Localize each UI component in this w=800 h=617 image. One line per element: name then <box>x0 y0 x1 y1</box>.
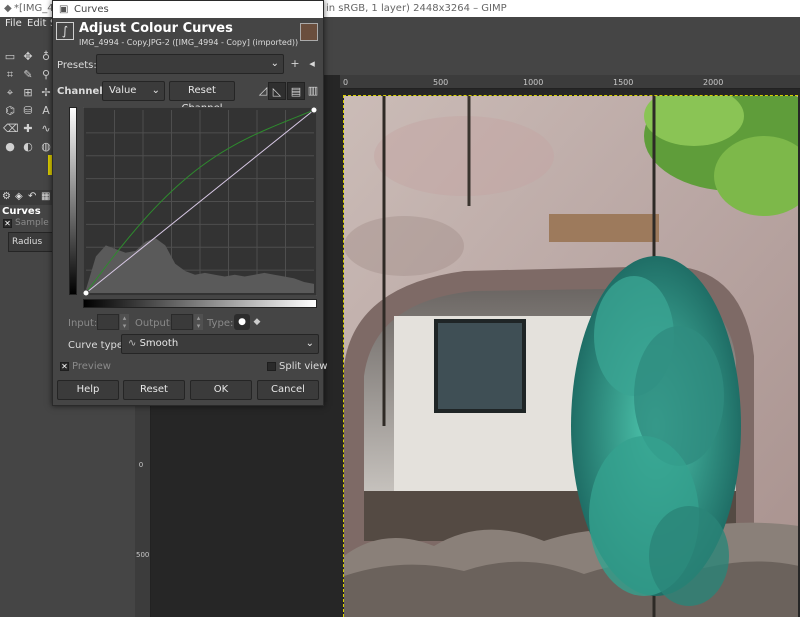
dialog-header: ∫ Adjust Colour Curves IMG_4994 - Copy.J… <box>53 18 323 52</box>
smooth-curve-icon: ∿ <box>128 338 137 349</box>
bucket-fill-icon[interactable]: ⛁ <box>21 104 35 118</box>
curves-icon: ∫ <box>56 22 74 40</box>
input-field[interactable] <box>97 314 119 330</box>
sample-average-checkbox[interactable]: ✕ <box>3 219 12 228</box>
canvas-image[interactable] <box>343 95 798 617</box>
ruler-tick-label: 1500 <box>613 78 634 87</box>
preview-checkbox[interactable]: ✕ <box>60 362 69 371</box>
curve-view-icon[interactable]: ▥ <box>304 82 322 100</box>
toolbox: ▭ ✥ ♁ ⌗ ✎ ⚲ ⌖ ⊞ ✢ ⌬ ⛁ A ⌫ ✚ ∿ ● ◐ ◍ <box>0 32 55 192</box>
fuzzy-select-icon[interactable]: ✥ <box>21 50 35 64</box>
curve-point-start[interactable] <box>82 289 90 297</box>
ok-button[interactable]: OK <box>190 380 252 400</box>
curve-type-combo[interactable]: ∿ Smooth ⌄ <box>121 334 319 354</box>
input-spinner[interactable]: ▴ ▾ <box>120 314 129 330</box>
presets-combo[interactable]: ⌄ <box>96 54 284 74</box>
preset-menu-icon[interactable]: ◂ <box>303 55 321 73</box>
curve-plot[interactable] <box>82 106 318 297</box>
input-label: Input: <box>68 318 98 329</box>
dock-tabs: ⚙ ◈ ↶ ▦ <box>0 190 55 205</box>
reset-button[interactable]: Reset <box>123 380 185 400</box>
radius-label: Radius <box>12 237 43 247</box>
split-view-checkbox[interactable] <box>267 362 276 371</box>
log-histogram-icon[interactable]: ◺ <box>268 82 286 100</box>
ruler-tick-label: 0 <box>138 461 144 469</box>
crop-icon[interactable]: ⌗ <box>3 68 17 82</box>
rect-select-icon[interactable]: ▭ <box>3 50 17 64</box>
align-icon[interactable]: ⊞ <box>21 86 35 100</box>
dialog-window-title: Curves <box>74 4 109 15</box>
curve-graph[interactable] <box>82 106 318 297</box>
add-preset-icon[interactable]: + <box>286 55 304 73</box>
zoom-icon[interactable]: ⚲ <box>39 68 53 82</box>
output-field[interactable] <box>171 314 193 330</box>
output-gradient-bar <box>69 107 77 295</box>
heal-icon[interactable]: ✚ <box>21 122 35 136</box>
transform-icon[interactable]: ⌖ <box>3 86 17 100</box>
undo-history-tab-icon[interactable]: ↶ <box>28 191 36 202</box>
dialog-icon: ▣ <box>59 4 69 15</box>
horizontal-ruler[interactable]: 0 500 1000 1500 2000 <box>340 75 800 89</box>
menu-file[interactable]: File <box>5 18 22 29</box>
split-view-label: Split view <box>279 361 328 372</box>
ruler-tick-label: 500 <box>136 551 150 559</box>
tool-options-title: Curves <box>2 206 41 217</box>
channel-label: Channel: <box>57 86 107 97</box>
ruler-tick-label: 0 <box>343 78 349 87</box>
channel-value: Value <box>109 85 137 96</box>
image-thumbnail <box>300 23 318 41</box>
window-title-end: in sRGB, 1 layer) 2448x3264 – GIMP <box>326 3 507 14</box>
warp-icon[interactable]: ⌬ <box>3 104 17 118</box>
radius-field[interactable]: Radius <box>8 232 55 252</box>
preview-label: Preview <box>72 361 111 372</box>
lasso-icon[interactable]: ♁ <box>39 50 53 64</box>
photo-jade-vine <box>344 96 798 617</box>
images-tab-icon[interactable]: ▦ <box>41 191 50 202</box>
chevron-down-icon: ⌄ <box>305 338 314 349</box>
channel-combo[interactable]: Value ⌄ <box>102 81 165 101</box>
curve-type-label: Curve type: <box>68 340 127 351</box>
dialog-heading: Adjust Colour Curves <box>79 21 233 36</box>
dialog-titlebar: ▣ Curves <box>53 1 323 18</box>
cancel-button[interactable]: Cancel <box>257 380 319 400</box>
type-label: Type: <box>207 318 234 329</box>
ruler-tick-label: 2000 <box>703 78 724 87</box>
move-icon[interactable]: ✢ <box>39 86 53 100</box>
output-spinner[interactable]: ▴ ▾ <box>194 314 203 330</box>
ruler-tick-label: 1000 <box>523 78 544 87</box>
corner-point-icon[interactable]: ◆ <box>251 314 263 330</box>
help-button[interactable]: Help <box>57 380 119 400</box>
smooth-point-icon[interactable]: ● <box>234 314 250 330</box>
dodge-icon[interactable]: ● <box>3 140 17 154</box>
chevron-down-icon: ⌄ <box>151 85 160 96</box>
reset-channel-button[interactable]: Reset Channel <box>169 81 235 114</box>
dialog-subheading: IMG_4994 - Copy.JPG-2 ([IMG_4994 - Copy]… <box>79 38 299 47</box>
input-gradient-bar <box>83 299 317 308</box>
output-label: Output: <box>135 318 174 329</box>
text-tool-icon[interactable]: A <box>39 104 53 118</box>
curve-type-value: Smooth <box>139 338 179 349</box>
app-icon: ◆ <box>4 3 12 14</box>
eraser-icon[interactable]: ⌫ <box>3 122 19 136</box>
presets-label: Presets: <box>57 60 97 71</box>
smudge-icon[interactable]: ∿ <box>39 122 53 136</box>
tool-options-panel: Curves ✕ Sample ave Radius <box>0 205 68 617</box>
blur-icon[interactable]: ◐ <box>21 140 35 154</box>
path-icon[interactable]: ◍ <box>39 140 53 154</box>
histogram-view-icon[interactable]: ▤ <box>287 82 305 100</box>
device-status-tab-icon[interactable]: ◈ <box>15 191 23 202</box>
menu-edit[interactable]: Edit <box>27 18 46 29</box>
chevron-down-icon: ⌄ <box>270 58 279 69</box>
curves-dialog: ▣ Curves ∫ Adjust Colour Curves IMG_4994… <box>52 0 328 406</box>
ruler-tick-label: 500 <box>433 78 449 87</box>
tool-options-tab-icon[interactable]: ⚙ <box>2 191 11 202</box>
color-picker-icon[interactable]: ✎ <box>21 68 35 82</box>
curve-point-end[interactable] <box>310 106 318 114</box>
